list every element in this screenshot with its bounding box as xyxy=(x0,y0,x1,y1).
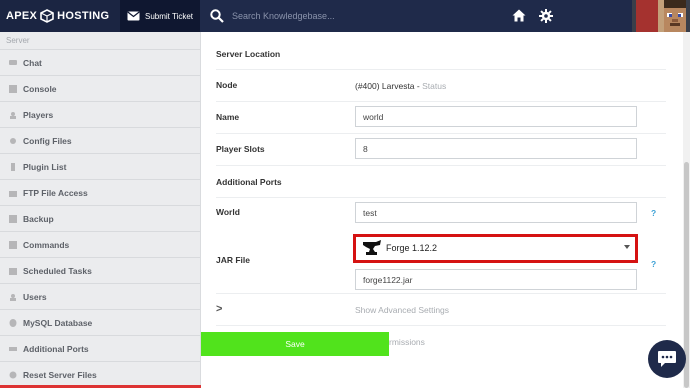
sidebar-item-label: Commands xyxy=(23,239,70,250)
folder-icon xyxy=(9,190,17,197)
gear-icon[interactable] xyxy=(539,9,553,25)
sidebar-item-label: Users xyxy=(23,291,47,302)
sidebar-item-mysql-database[interactable]: MySQL Database xyxy=(0,310,200,336)
live-chat-button[interactable] xyxy=(648,340,686,378)
database-icon xyxy=(9,318,17,327)
sidebar-item-ftp-file-access[interactable]: FTP File Access xyxy=(0,180,200,206)
sidebar-item-label: FTP File Access xyxy=(23,187,88,198)
sidebar-item-label: Console xyxy=(23,83,57,94)
sidebar-item-config-files[interactable]: Config Files xyxy=(0,128,200,154)
scrollbar[interactable] xyxy=(683,32,690,388)
sidebar-item-label: Chat xyxy=(23,57,42,68)
sidebar-item-label: Reset Server Files xyxy=(23,369,97,380)
sidebar: Server Chat Console Players Config Files… xyxy=(0,32,201,388)
sidebar-item-label: Additional Ports xyxy=(23,343,89,354)
players-icon xyxy=(10,111,16,119)
plug-icon xyxy=(11,162,15,171)
sidebar-item-scheduled-tasks[interactable]: Scheduled Tasks xyxy=(0,258,200,284)
envelope-icon xyxy=(127,11,140,21)
node-value: (#400) Larvesta xyxy=(355,81,415,91)
backup-icon xyxy=(9,214,17,223)
search-input[interactable] xyxy=(232,6,492,26)
row-node: Node (#400) Larvesta - Status xyxy=(216,70,666,102)
world-label: World xyxy=(216,207,240,217)
brand-logo[interactable]: APEX HOSTING xyxy=(0,0,120,32)
world-input[interactable] xyxy=(355,202,637,223)
brand-text-left: APEX xyxy=(6,10,38,22)
edit-icon xyxy=(9,240,17,249)
world-help-icon[interactable]: ? xyxy=(651,208,656,218)
console-icon xyxy=(9,84,17,93)
sidebar-item-commands[interactable]: Commands xyxy=(0,232,200,258)
jar-filename-input[interactable] xyxy=(355,269,637,290)
sidebar-item-label: Plugin List xyxy=(23,161,67,172)
top-bar: APEX HOSTING Submit Ticket xyxy=(0,0,690,32)
submit-ticket-button[interactable]: Submit Ticket xyxy=(120,0,200,32)
sidebar-item-chat[interactable]: Chat xyxy=(0,50,200,76)
row-advanced-settings[interactable]: > Show Advanced Settings xyxy=(216,294,666,326)
name-input[interactable] xyxy=(355,106,637,127)
search-icon[interactable] xyxy=(210,9,224,25)
name-label: Name xyxy=(216,112,240,122)
jar-selected-value: Forge 1.12.2 xyxy=(386,243,438,253)
sidebar-item-label: Scheduled Tasks xyxy=(23,265,92,276)
brand-text-right: HOSTING xyxy=(57,10,110,22)
node-label: Node xyxy=(216,80,238,90)
user-icon xyxy=(10,293,16,301)
jar-help-icon[interactable]: ? xyxy=(651,259,656,269)
chevron-right-icon: > xyxy=(216,303,223,315)
node-separator: - xyxy=(414,81,423,91)
reset-icon xyxy=(9,371,17,378)
ports-icon xyxy=(9,346,17,351)
sidebar-item-backup[interactable]: Backup xyxy=(0,206,200,232)
row-server-location: Server Location xyxy=(216,32,666,70)
calendar-icon xyxy=(9,267,17,275)
sidebar-item-console[interactable]: Console xyxy=(0,76,200,102)
sidebar-item-label: Players xyxy=(23,109,54,120)
chat-icon xyxy=(9,59,17,65)
server-location-heading: Server Location xyxy=(216,49,281,59)
cube-icon xyxy=(40,9,54,23)
jar-file-label: JAR File xyxy=(216,255,251,265)
avatar[interactable] xyxy=(632,0,690,32)
additional-ports-heading: Additional Ports xyxy=(216,177,282,187)
sidebar-item-additional-ports[interactable]: Additional Ports xyxy=(0,336,200,362)
home-icon[interactable] xyxy=(512,9,526,24)
sidebar-item-label: Config Files xyxy=(23,135,72,146)
submit-ticket-label: Submit Ticket xyxy=(145,11,194,21)
jar-file-select[interactable]: Forge 1.12.2 xyxy=(353,234,638,263)
node-value-group: (#400) Larvesta - Status xyxy=(355,81,446,91)
anvil-icon xyxy=(363,240,381,255)
chat-bubble-icon xyxy=(658,351,676,367)
show-advanced-settings-link[interactable]: Show Advanced Settings xyxy=(355,305,449,315)
sidebar-item-plugin-list[interactable]: Plugin List xyxy=(0,154,200,180)
sidebar-item-label: MySQL Database xyxy=(23,317,93,328)
chevron-down-icon xyxy=(624,245,630,249)
sidebar-item-label: Backup xyxy=(23,213,54,224)
row-additional-ports: Additional Ports xyxy=(216,166,666,198)
sidebar-item-users[interactable]: Users xyxy=(0,284,200,310)
player-slots-input[interactable] xyxy=(355,138,637,159)
player-slots-label: Player Slots xyxy=(216,144,265,154)
sidebar-item-players[interactable]: Players xyxy=(0,102,200,128)
node-status-link[interactable]: Status xyxy=(422,81,446,91)
save-button[interactable]: Save xyxy=(201,332,389,356)
sidebar-section-title: Server xyxy=(0,32,200,50)
cog-icon xyxy=(10,137,16,144)
